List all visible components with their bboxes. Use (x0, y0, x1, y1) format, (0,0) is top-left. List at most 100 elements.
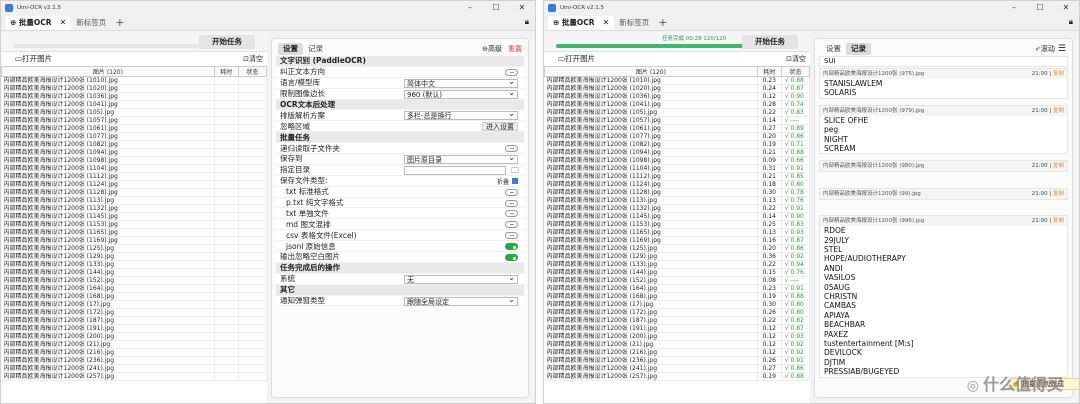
setting-row[interactable]: 系统 无 (276, 273, 524, 285)
table-row[interactable]: 内部精品欧美海报设计1200张 (1020).jpg 0.24 √ 0.87 (544, 84, 811, 93)
table-row[interactable]: 内部精品欧美海报设计1200张 (1077).jpg (1, 132, 268, 141)
dropdown-select[interactable]: 图片原目录 (404, 154, 518, 165)
setting-row[interactable]: txt 标准格式 (276, 186, 524, 198)
table-row[interactable]: 内部精品欧美海报设计1200张 (200).jpg 0.12 √ 0.93 (544, 332, 811, 341)
table-row[interactable]: 内部精品欧美海报设计1200张 (1061).jpg 0.27 √ 0.89 (544, 124, 811, 133)
copy-link[interactable]: 复制 (1053, 163, 1064, 169)
menu-icon[interactable]: ☰ (1058, 44, 1066, 54)
toggle-switch[interactable] (505, 145, 518, 153)
setting-row[interactable]: 保存文件类型: 折叠 (276, 175, 524, 187)
table-row[interactable]: 内部精品欧美海报设计1200张 (172).jpg (1, 308, 268, 317)
advanced-toggle[interactable]: ⊖高级 (482, 44, 502, 54)
table-row[interactable]: 内部精品欧美海报设计1200张 (257).jpg 0.19 √ 0.88 (544, 372, 811, 381)
table-row[interactable]: 内部精品欧美海报设计1200张 (21).jpg 0.12 √ 0.92 (544, 340, 811, 349)
add-tab-icon[interactable]: + (115, 16, 124, 29)
table-row[interactable]: 内部精品欧美海报设计1200张 (125).jpg 0.20 √ 0.86 (544, 244, 811, 253)
table-row[interactable]: 内部精品欧美海报设计1200张 (105).jpg (1, 108, 268, 117)
table-row[interactable]: 内部精品欧美海报设计1200张 (191).jpg (1, 324, 268, 333)
table-row[interactable]: 内部精品欧美海报设计1200张 (200).jpg (1, 332, 268, 341)
toggle-switch[interactable] (505, 232, 518, 240)
close-icon[interactable]: ✕ (509, 1, 535, 15)
table-row[interactable]: 内部精品欧美海报设计1200张 (172).jpg 0.26 √ 0.80 (544, 308, 811, 317)
toggle-switch[interactable] (505, 243, 518, 251)
close-icon[interactable]: ✕ (1053, 1, 1079, 15)
table-row[interactable]: 内部精品欧美海报设计1200张 (241).jpg (1, 364, 268, 373)
setting-row[interactable]: 限制图像边长 960 (默认) (276, 88, 524, 100)
tab-batch-ocr[interactable]: ⊕ 批量OCR ✕ (5, 15, 72, 30)
table-row[interactable]: 内部精品欧美海报设计1200张 (17).jpg 0.30 √ 0.80 (544, 300, 811, 309)
setting-row[interactable]: 保存到 图片原目录 (276, 154, 524, 165)
copy-link[interactable]: 复制 (1053, 108, 1064, 114)
tab-records[interactable]: 记录 (303, 43, 328, 55)
col-image[interactable]: 图片 (120) (544, 66, 758, 77)
table-row[interactable]: 内部精品欧美海报设计1200张 (164).jpg 0.23 √ 0.91 (544, 284, 811, 293)
table-row[interactable]: 内部精品欧美海报设计1200张 (1169).jpg 0.16 √ 0.87 (544, 236, 811, 245)
setting-row[interactable]: 语言/模型库 简体中文 (276, 77, 524, 89)
dropdown-select[interactable]: 跟随全局设定 (404, 296, 518, 306)
table-row[interactable]: 内部精品欧美海报设计1200张 (1165).jpg (1, 228, 268, 237)
maximize-icon[interactable]: ☐ (1027, 1, 1053, 15)
table-row[interactable]: 内部精品欧美海报设计1200张 (1165).jpg 0.13 √ 0.93 (544, 228, 811, 237)
directory-input[interactable] (404, 165, 506, 175)
table-row[interactable]: 内部精品欧美海报设计1200张 (1057).jpg 0.14 √ ---- (544, 116, 811, 125)
table-row[interactable]: 内部精品欧美海报设计1200张 (1082).jpg 0.19 √ 0.71 (544, 140, 811, 149)
table-row[interactable]: 内部精品欧美海报设计1200张 (152).jpg 0.08 √ ---- (544, 276, 811, 285)
minimize-icon[interactable]: – (1001, 1, 1027, 15)
table-row[interactable]: 内部精品欧美海报设计1200张 (1098).jpg 0.09 √ 0.66 (544, 156, 811, 165)
table-row[interactable]: 内部精品欧美海报设计1200张 (133).jpg 0.22 √ 0.94 (544, 260, 811, 269)
tab-batch-ocr[interactable]: ⊕ 批量OCR ✕ (548, 15, 615, 30)
table-row[interactable]: 内部精品欧美海报设计1200张 (1041).jpg (1, 100, 268, 109)
table-row[interactable]: 内部精品欧美海报设计1200张 (1128).jpg 0.30 √ 0.78 (544, 188, 811, 197)
table-row[interactable]: 内部精品欧美海报设计1200张 (144).jpg 0.15 √ 0.76 (544, 268, 811, 277)
table-row[interactable]: 内部精品欧美海报设计1200张 (1010).jpg (1, 76, 268, 85)
table-row[interactable]: 内部精品欧美海报设计1200张 (1020).jpg (1, 84, 268, 93)
maximize-icon[interactable]: ☐ (483, 1, 509, 15)
table-row[interactable]: 内部精品欧美海报设计1200张 (1077).jpg 0.20 √ 0.86 (544, 132, 811, 141)
minimize-icon[interactable]: – (457, 1, 483, 15)
toggle-switch[interactable] (505, 199, 518, 207)
table-row[interactable]: 内部精品欧美海报设计1200张 (187).jpg 0.22 √ 0.82 (544, 316, 811, 325)
scroll-toggle[interactable]: ✔滚动 (1035, 44, 1055, 54)
collapse-toggle[interactable]: 折叠 (497, 177, 518, 186)
close-tab-icon[interactable]: ✕ (603, 18, 610, 27)
dropdown-select[interactable]: 多栏-总是换行 (404, 110, 518, 121)
table-row[interactable]: 内部精品欧美海报设计1200张 (1112).jpg 0.21 √ 0.85 (544, 172, 811, 181)
table-row[interactable]: 内部精品欧美海报设计1200张 (133).jpg (1, 260, 268, 269)
table-row[interactable]: 内部精品欧美海报设计1200张 (105).jpg 0.22 √ 0.83 (544, 108, 811, 117)
table-row[interactable]: 内部精品欧美海报设计1200张 (168).jpg 0.19 √ 0.88 (544, 292, 811, 301)
setting-row[interactable]: 输出忽略空白图片 (276, 252, 524, 263)
table-row[interactable]: 内部精品欧美海报设计1200张 (1010).jpg 0.23 √ 0.88 (544, 76, 811, 85)
table-row[interactable]: 内部精品欧美海报设计1200张 (187).jpg (1, 316, 268, 325)
clear-button[interactable]: ⊡清空 (786, 52, 806, 66)
dropdown-select[interactable]: 960 (默认) (404, 89, 518, 99)
open-images-button[interactable]: ▭打开图片 (15, 54, 52, 63)
table-row[interactable]: 内部精品欧美海报设计1200张 (129).jpg (1, 252, 268, 261)
table-row[interactable]: 内部精品欧美海报设计1200张 (1169).jpg (1, 236, 268, 245)
setting-row[interactable]: p.txt 纯文字格式 (276, 197, 524, 209)
toggle-switch[interactable] (505, 210, 518, 218)
tab-settings[interactable]: 设置 (278, 43, 303, 55)
dropdown-select[interactable]: 无 (404, 274, 518, 284)
table-row[interactable]: 内部精品欧美海报设计1200张 (1153).jpg (1, 220, 268, 229)
table-row[interactable]: 内部精品欧美海报设计1200张 (21).jpg (1, 340, 268, 349)
setting-row[interactable]: csv 表格文件(Excel) (276, 230, 524, 242)
toggle-switch[interactable] (505, 254, 518, 262)
start-task-button[interactable]: 开始任务 (199, 35, 255, 49)
col-image[interactable]: 图片 (120) (1, 66, 215, 77)
table-row[interactable]: 内部精品欧美海报设计1200张 (1036).jpg 0.12 √ 0.90 (544, 92, 811, 101)
table-row[interactable]: 内部精品欧美海报设计1200张 (1061).jpg (1, 124, 268, 133)
setting-row[interactable]: 排版解析方案 多栏-总是换行 (276, 110, 524, 122)
lock-icon[interactable]: 🔒︎ (525, 17, 529, 27)
table-row[interactable]: 内部精品欧美海报设计1200张 (241).jpg 0.27 √ 0.86 (544, 364, 811, 373)
table-row[interactable]: 内部精品欧美海报设计1200张 (125).jpg (1, 244, 268, 253)
table-row[interactable]: 内部精品欧美海报设计1200张 (1098).jpg (1, 156, 268, 165)
toggle-switch[interactable] (505, 188, 518, 196)
table-row[interactable]: 内部精品欧美海报设计1200张 (113).jpg 0.13 √ 0.76 (544, 196, 811, 205)
toggle-switch[interactable] (505, 68, 518, 76)
table-row[interactable]: 内部精品欧美海报设计1200张 (144).jpg (1, 268, 268, 277)
setting-row[interactable]: md 图文混排 (276, 219, 524, 231)
lock-icon[interactable]: 🔒︎ (1069, 17, 1073, 27)
dropdown-select[interactable]: 简体中文 (404, 78, 518, 88)
table-row[interactable]: 内部精品欧美海报设计1200张 (1104).jpg (1, 164, 268, 173)
table-row[interactable]: 内部精品欧美海报设计1200张 (1132).jpg 0.22 √ 0.91 (544, 204, 811, 213)
